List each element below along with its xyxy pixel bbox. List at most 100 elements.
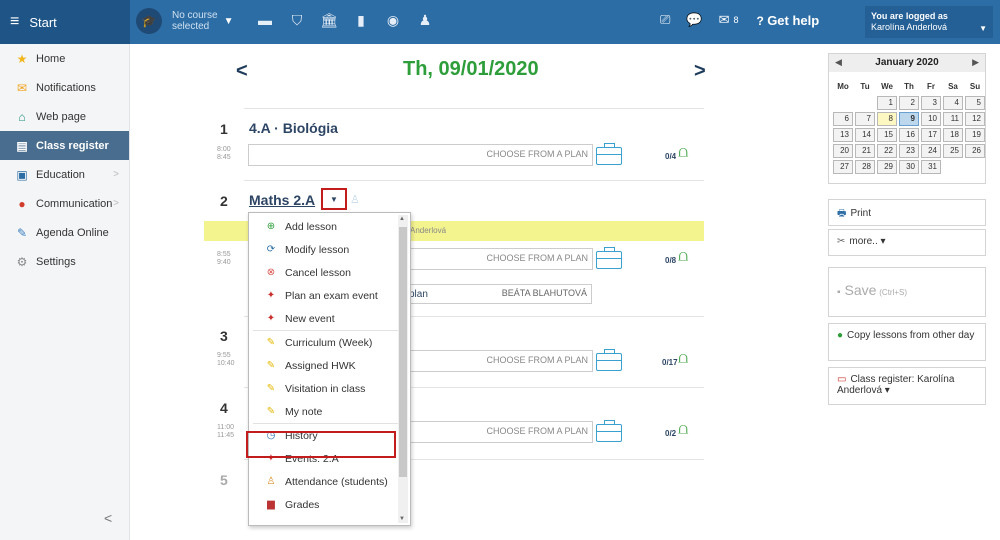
cast-icon[interactable]: ⎚ <box>660 12 670 28</box>
calendar-day[interactable]: 6 <box>833 112 853 126</box>
sidebar-item-agenda-online[interactable]: ✎ Agenda Online <box>0 218 129 247</box>
menu-scrollbar[interactable]: ▲ ▼ <box>398 215 408 523</box>
sidebar-item-web-page[interactable]: ⌂ Web page <box>0 102 129 131</box>
calendar-day[interactable]: 21 <box>855 144 875 158</box>
menu-item-modify-lesson[interactable]: ⟳ Modify lesson <box>249 238 410 261</box>
institution-icon[interactable]: 🏛 <box>314 12 344 29</box>
sidebar-item-home[interactable]: ★ Home <box>0 44 129 73</box>
briefcase-icon[interactable] <box>596 247 622 269</box>
start-button[interactable]: ≡ Start <box>0 0 130 44</box>
calendar-day[interactable]: 4 <box>943 96 963 110</box>
copy-lessons-button[interactable]: ● Copy lessons from other day <box>828 323 986 361</box>
menu-item-my-note[interactable]: ✎ My note <box>249 400 410 423</box>
scrollbar-thumb[interactable] <box>399 227 407 477</box>
menu-item-grades[interactable]: ▆ Grades <box>249 493 410 516</box>
choose-label: CHOOSE FROM A PLAN <box>486 253 588 263</box>
chat-icon[interactable]: 💬 <box>686 12 702 28</box>
menu-item-curriculum-week[interactable]: ✎ Curriculum (Week) <box>249 331 410 354</box>
person-outline-icon[interactable]: ♙ <box>350 193 360 206</box>
menu-item-plan-exam-event[interactable]: ✦ Plan an exam event <box>249 284 410 307</box>
sidebar-item-notifications[interactable]: ✉ Notifications <box>0 73 129 102</box>
course-selector[interactable]: 🎓 No course selected ▼ <box>136 8 233 34</box>
calendar-day[interactable]: 13 <box>833 128 853 142</box>
calendar-day[interactable]: 30 <box>899 160 919 174</box>
help-button[interactable]: ? Get help <box>757 13 836 28</box>
calendar-day[interactable]: 25 <box>943 144 963 158</box>
calendar-day[interactable]: 19 <box>965 128 985 142</box>
choose-from-plan-field[interactable]: CHOOSE FROM A PLAN <box>248 144 593 166</box>
lesson-menu-toggle[interactable]: ▼ <box>321 188 347 210</box>
attendance-count: 0/17 <box>662 358 678 367</box>
attendance-people-icon[interactable]: ⩍ <box>678 421 688 439</box>
menu-item-new-event[interactable]: ✦ New event <box>249 307 410 330</box>
top-bar: ≡ Start 🎓 No course selected ▼ ▬ ⛉ 🏛 ▮ ◉… <box>0 0 1000 44</box>
calendar-day[interactable]: 26 <box>965 144 985 158</box>
user-menu[interactable]: You are logged as Karolína Anderlová ▼ <box>865 6 993 38</box>
calendar-day[interactable]: 16 <box>899 128 919 142</box>
print-button[interactable]: 🖶 Print <box>828 199 986 226</box>
calendar-day[interactable]: 1 <box>877 96 897 110</box>
menu-item-label: My note <box>285 405 323 418</box>
calendar-day[interactable]: 17 <box>921 128 941 142</box>
mail-icon[interactable]: ✉ <box>719 12 730 28</box>
sidebar-item-label: Home <box>36 52 66 65</box>
calendar-day[interactable]: 27 <box>833 160 853 174</box>
menu-item-attendance-students[interactable]: ♙ Attendance (students) <box>249 470 410 493</box>
calendar-day[interactable]: 9 <box>899 112 919 126</box>
bar-chart-icon[interactable]: ▮ <box>346 12 376 29</box>
previous-day-button[interactable]: < <box>236 60 248 83</box>
lesson-number: 1 <box>220 121 228 137</box>
menu-item-add-lesson[interactable]: ⊕ Add lesson <box>249 215 410 238</box>
next-month-button[interactable]: ▶ <box>972 57 979 68</box>
people-walking-icon[interactable]: ♟ <box>410 12 440 29</box>
calendar-day[interactable]: 11 <box>943 112 963 126</box>
attendance-people-icon[interactable]: ⩍ <box>678 144 688 162</box>
briefcase-icon[interactable] <box>596 349 622 371</box>
calendar-day[interactable]: 24 <box>921 144 941 158</box>
gauge-icon[interactable]: ◉ <box>378 12 408 29</box>
plan-row[interactable]: plan BEÁTA BLAHUTOVÁ <box>405 284 592 304</box>
calendar-day[interactable]: 29 <box>877 160 897 174</box>
scroll-up-icon[interactable]: ▲ <box>399 216 405 222</box>
calendar-day[interactable]: 10 <box>921 112 941 126</box>
sidebar-item-communication[interactable]: ● Communication > <box>0 189 129 218</box>
calendar-day[interactable]: 5 <box>965 96 985 110</box>
sidebar-item-class-register[interactable]: ▤ Class register <box>0 131 129 160</box>
calendar-day[interactable]: 3 <box>921 96 941 110</box>
collapse-sidebar-button[interactable]: < <box>104 510 112 526</box>
attendance-people-icon[interactable]: ⩍ <box>678 248 688 266</box>
sidebar-item-education[interactable]: ▣ Education > <box>0 160 129 189</box>
scroll-down-icon[interactable]: ▼ <box>399 516 405 522</box>
calendar-day[interactable]: 8 <box>877 112 897 126</box>
briefcase-icon[interactable]: ▬ <box>250 12 280 29</box>
menu-item-cancel-lesson[interactable]: ⊗ Cancel lesson <box>249 261 410 284</box>
more-button[interactable]: ✂ more.. ▾ <box>828 229 986 256</box>
calendar-day[interactable]: 23 <box>899 144 919 158</box>
calendar-day[interactable]: 15 <box>877 128 897 142</box>
graduation-cap-icon: 🎓 <box>136 8 162 34</box>
sidebar-item-settings[interactable]: ⚙ Settings <box>0 247 129 276</box>
class-register-button[interactable]: ▭ Class register: Karolína Anderlová ▾ <box>828 367 986 405</box>
menu-item-visitation-in-class[interactable]: ✎ Visitation in class <box>249 377 410 400</box>
calendar-weekday: We <box>881 82 893 91</box>
attendance-people-icon[interactable]: ⩍ <box>678 350 688 368</box>
calendar-day[interactable]: 28 <box>855 160 875 174</box>
calendar-day[interactable]: 12 <box>965 112 985 126</box>
lesson-title[interactable]: 4.A · Biológia <box>249 120 338 136</box>
menu-item-assigned-hwk[interactable]: ✎ Assigned HWK <box>249 354 410 377</box>
lesson-title[interactable]: Maths 2.A <box>249 192 315 208</box>
shield-icon[interactable]: ⛉ <box>282 12 312 29</box>
calendar-day[interactable]: 2 <box>899 96 919 110</box>
briefcase-icon[interactable] <box>596 143 622 165</box>
calendar-day[interactable]: 20 <box>833 144 853 158</box>
calendar-day[interactable]: 7 <box>855 112 875 126</box>
sidebar: ★ Home ✉ Notifications ⌂ Web page ▤ Class re… <box>0 44 130 540</box>
next-day-button[interactable]: > <box>694 60 706 83</box>
calendar-day[interactable]: 18 <box>943 128 963 142</box>
calendar-day[interactable]: 31 <box>921 160 941 174</box>
briefcase-icon[interactable] <box>596 420 622 442</box>
save-button[interactable]: ▪ Save (Ctrl+S) <box>828 267 986 317</box>
calendar-day[interactable]: 22 <box>877 144 897 158</box>
calendar-day[interactable]: 14 <box>855 128 875 142</box>
lesson-number: 4 <box>220 400 228 416</box>
